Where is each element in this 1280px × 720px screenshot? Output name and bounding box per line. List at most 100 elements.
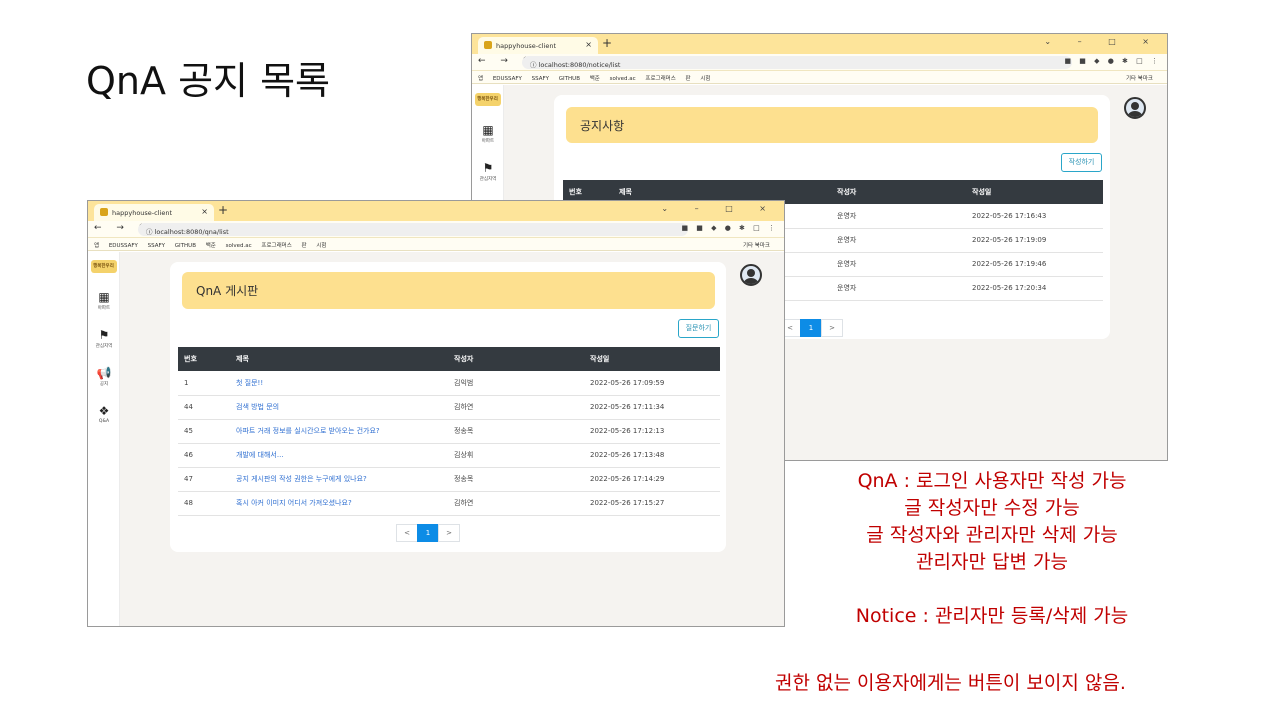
cell-date: 2022-05-26 17:12:13 (584, 419, 720, 444)
page-prev-button[interactable]: < (396, 524, 418, 542)
tab-close-icon[interactable]: × (201, 207, 208, 216)
sidebar-item-apartment[interactable]: ▦ 아파트 (88, 291, 120, 311)
cell-author: 정송목 (448, 419, 584, 444)
cell-no: 45 (178, 419, 230, 444)
sidebar-item-label: 아파트 (481, 139, 495, 144)
column-header-date: 작성일 (966, 180, 1103, 204)
bookmark-edussafy[interactable]: EDUSSAFY (109, 243, 138, 249)
bookmark-github[interactable]: GITHUB (559, 76, 580, 82)
url-input[interactable]: ⓘ localhost:8080/notice/list (522, 56, 1072, 69)
sidebar: 행복한우리 ▦ 아파트 ⚑ 관심지역 📢 공지 ❖ Q&A (88, 252, 120, 626)
bookmark-programmers[interactable]: 프로그래머스 (261, 243, 291, 249)
url-input[interactable]: ⓘ localhost:8080/qna/list (138, 223, 688, 236)
table-row[interactable]: 44 검색 방법 문의 김하연 2022-05-26 17:11:34 (178, 395, 720, 420)
sidebar-item-notice[interactable]: 📢 공지 (88, 367, 120, 387)
column-header-author: 작성자 (831, 180, 966, 204)
page-next-button[interactable]: > (821, 319, 843, 337)
sidebar-item-interest[interactable]: ⚑ 관심지역 (472, 162, 504, 182)
bookmark-github[interactable]: GITHUB (175, 243, 196, 249)
pagination: < 1 > (396, 524, 460, 542)
cell-title-link[interactable]: 공지 게시판의 작성 권한은 누구에게 있나요? (230, 467, 448, 492)
cell-title-link[interactable]: 첫 질문!! (230, 371, 448, 396)
qna-browser-window: happyhouse-client × + ⌄ – □ × ← → C ⓘ lo… (87, 200, 785, 627)
cell-author: 운영자 (831, 228, 966, 253)
bookmark-pan[interactable]: 판 (302, 243, 307, 249)
note-line: 글 작성자만 수정 가능 (904, 497, 1080, 519)
bookmark-pan[interactable]: 판 (686, 76, 691, 82)
bookmark-apps[interactable]: 앱 (478, 76, 483, 82)
extension-icons[interactable]: ■ ■ ◆ ● ✱ □ ⋮ (1064, 57, 1161, 65)
cell-author: 김하연 (448, 395, 584, 420)
bookmark-solved[interactable]: solved.ac (610, 76, 636, 82)
tab-strip: happyhouse-client × + ⌄ – □ × (88, 201, 784, 221)
site-logo[interactable]: 행복한우리 (474, 93, 501, 106)
bookmark-programmers[interactable]: 프로그래머스 (645, 76, 675, 82)
bookmark-edussafy[interactable]: EDUSSAFY (493, 76, 522, 82)
bookmark-exam[interactable]: 시험 (700, 76, 710, 82)
cell-title-link[interactable]: 혹시 아커 이미지 어디서 가져오셨나요? (230, 491, 448, 516)
window-controls[interactable]: ⌄ – □ × (1044, 37, 1161, 46)
user-avatar-icon[interactable] (1124, 97, 1146, 119)
cell-author: 운영자 (831, 204, 966, 229)
bookmarks-bar: 앱 EDUSSAFY SSAFY GITHUB 백준 solved.ac 프로그… (472, 71, 1167, 84)
ask-question-button[interactable]: 질문하기 (678, 319, 719, 338)
new-tab-icon[interactable]: + (602, 36, 612, 50)
bookmark-other[interactable]: 기타 북마크 (743, 241, 770, 249)
extension-icons[interactable]: ■ ■ ◆ ● ✱ □ ⋮ (681, 224, 778, 232)
page-viewport: 행복한우리 ▦ 아파트 ⚑ 관심지역 📢 공지 ❖ Q&A QnA 게시판 질문… (88, 252, 784, 626)
cell-date: 2022-05-26 17:09:59 (584, 371, 720, 396)
write-notice-button[interactable]: 작성하기 (1061, 153, 1102, 172)
slide: QnA 공지 목록 happyhouse-client × + ⌄ – □ × … (0, 0, 1280, 720)
footnote: 권한 없는 이용자에게는 버튼이 보이지 않음. (775, 672, 1126, 694)
address-bar-row: ← → C ⓘ localhost:8080/qna/list ■ ■ ◆ ● … (88, 221, 784, 238)
cell-date: 2022-05-26 17:14:29 (584, 467, 720, 492)
page-next-button[interactable]: > (438, 524, 460, 542)
cell-author: 김익범 (448, 371, 584, 396)
permission-notes: QnA : 로그인 사용자만 작성 가능 글 작성자만 수정 가능 글 작성자와… (792, 468, 1192, 630)
tab-close-icon[interactable]: × (585, 40, 592, 49)
browser-tab[interactable]: happyhouse-client × (478, 37, 598, 54)
slide-title: QnA 공지 목록 (86, 59, 330, 103)
note-line: Notice : 관리자만 등록/삭제 가능 (855, 605, 1129, 627)
table-row[interactable]: 47 공지 게시판의 작성 권한은 누구에게 있나요? 정송목 2022-05-… (178, 467, 720, 492)
bookmark-apps[interactable]: 앱 (94, 243, 99, 249)
page-button[interactable]: 1 (800, 319, 822, 337)
bookmark-ssafy[interactable]: SSAFY (532, 76, 549, 82)
favicon-icon (100, 208, 108, 216)
bookmark-solved[interactable]: solved.ac (226, 243, 252, 249)
cell-no: 44 (178, 395, 230, 420)
new-tab-icon[interactable]: + (218, 203, 228, 217)
cell-title-link[interactable]: 개발에 대해서... (230, 443, 448, 468)
sidebar-item-apartment[interactable]: ▦ 아파트 (472, 124, 504, 144)
table-row[interactable]: 1 첫 질문!! 김익범 2022-05-26 17:09:59 (178, 371, 720, 396)
bookmark-other[interactable]: 기타 북마크 (1126, 74, 1153, 82)
qna-table: 번호 제목 작성자 작성일 1 첫 질문!! 김익범 2022-05-26 17… (178, 347, 720, 516)
sidebar-item-interest[interactable]: ⚑ 관심지역 (88, 329, 120, 349)
cell-no: 48 (178, 491, 230, 516)
sidebar-item-qna[interactable]: ❖ Q&A (88, 405, 120, 424)
sidebar-item-label: 아파트 (97, 306, 111, 311)
cell-title-link[interactable]: 검색 방법 문의 (230, 395, 448, 420)
bookmarks-bar: 앱 EDUSSAFY SSAFY GITHUB 백준 solved.ac 프로그… (88, 238, 784, 251)
url-text: localhost:8080/notice/list (538, 61, 621, 69)
address-bar-row: ← → C ⓘ localhost:8080/notice/list ■ ■ ◆… (472, 54, 1167, 71)
site-logo[interactable]: 행복한우리 (90, 260, 117, 273)
table-row[interactable]: 45 아파트 거래 정보를 실시간으로 받아오는 건가요? 정송목 2022-0… (178, 419, 720, 444)
cell-date: 2022-05-26 17:19:46 (966, 252, 1103, 277)
cell-title-link[interactable]: 아파트 거래 정보를 실시간으로 받아오는 건가요? (230, 419, 448, 444)
browser-tab[interactable]: happyhouse-client × (94, 204, 214, 221)
column-header-date: 작성일 (584, 347, 720, 371)
user-avatar-icon[interactable] (740, 264, 762, 286)
table-row[interactable]: 46 개발에 대해서... 김상휘 2022-05-26 17:13:48 (178, 443, 720, 468)
bookmark-exam[interactable]: 시험 (316, 243, 326, 249)
bookmark-baekjoon[interactable]: 백준 (206, 243, 216, 249)
table-row[interactable]: 48 혹시 아커 이미지 어디서 가져오셨나요? 김하연 2022-05-26 … (178, 491, 720, 516)
column-header-author: 작성자 (448, 347, 584, 371)
page-button[interactable]: 1 (417, 524, 439, 542)
flag-icon: ⚑ (98, 328, 110, 342)
cell-no: 1 (178, 371, 230, 396)
bookmark-baekjoon[interactable]: 백준 (590, 76, 600, 82)
table-header-row: 번호 제목 작성자 작성일 (178, 347, 720, 371)
bookmark-ssafy[interactable]: SSAFY (148, 243, 165, 249)
window-controls[interactable]: ⌄ – □ × (661, 204, 778, 213)
